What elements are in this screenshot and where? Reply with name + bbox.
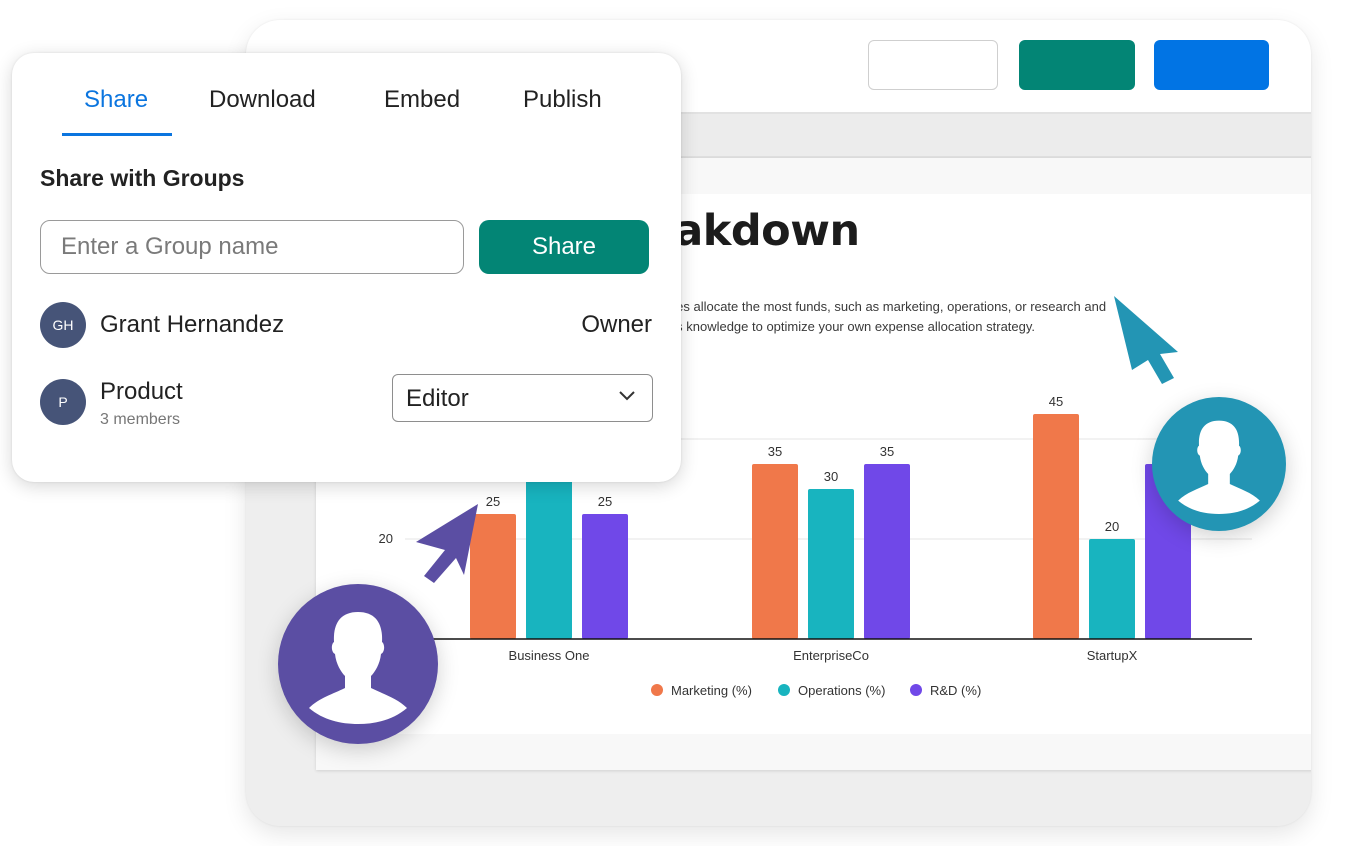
member-row: GH Grant Hernandez Owner — [40, 301, 652, 351]
bar-value-label: 25 — [598, 494, 612, 509]
x-tick-label: EnterpriseCo — [793, 648, 869, 663]
bar — [582, 514, 628, 639]
bar-value-label: 45 — [1049, 394, 1063, 409]
tab-publish[interactable]: Publish — [523, 86, 602, 114]
bar — [1033, 414, 1079, 639]
share-button[interactable]: Share — [479, 220, 649, 274]
avatar: GH — [40, 302, 86, 348]
bar-value-label: 25 — [486, 494, 500, 509]
legend-label: R&D (%) — [930, 683, 981, 698]
role-select-value: Editor — [406, 385, 469, 412]
collaborator-cursor-icon — [1114, 296, 1178, 384]
avatar: P — [40, 379, 86, 425]
bar-value-label: 30 — [824, 469, 838, 484]
member-name: Grant Hernandez — [100, 311, 285, 338]
bar — [752, 464, 798, 639]
user-silhouette-icon — [1178, 420, 1260, 514]
bar — [864, 464, 910, 639]
tab-download[interactable]: Download — [209, 86, 316, 114]
legend-marker — [651, 684, 663, 696]
bar — [1089, 539, 1135, 639]
bar-value-label: 35 — [768, 444, 782, 459]
group-name-input[interactable] — [40, 220, 464, 274]
collaborator-avatar[interactable] — [1152, 397, 1286, 531]
x-tick-label: StartupX — [1087, 648, 1138, 663]
y-tick-label: 20 — [379, 531, 393, 546]
tab-embed[interactable]: Embed — [384, 86, 460, 114]
member-row: P Product 3 members Editor — [40, 374, 653, 431]
member-count: 3 members — [100, 411, 181, 428]
bar-value-label: 35 — [880, 444, 894, 459]
member-name: Product — [100, 378, 183, 405]
x-tick-label: Business One — [509, 648, 590, 663]
collaborator-cursor-icon — [416, 504, 478, 583]
collaborator-avatar[interactable] — [278, 584, 438, 744]
user-silhouette-icon — [309, 612, 407, 724]
tab-share[interactable]: Share — [84, 86, 148, 114]
section-title: Share with Groups — [40, 165, 245, 191]
legend-label: Operations (%) — [798, 683, 885, 698]
chevron-down-icon — [619, 391, 635, 401]
role-select[interactable]: Editor — [392, 374, 653, 422]
share-dialog: Share Download Embed Publish Share with … — [12, 53, 681, 482]
bar-value-label: 20 — [1105, 519, 1119, 534]
legend-marker — [910, 684, 922, 696]
legend-marker — [778, 684, 790, 696]
member-role: Owner — [581, 311, 652, 338]
bar — [808, 489, 854, 639]
legend-label: Marketing (%) — [671, 683, 752, 698]
active-tab-indicator — [62, 133, 172, 136]
